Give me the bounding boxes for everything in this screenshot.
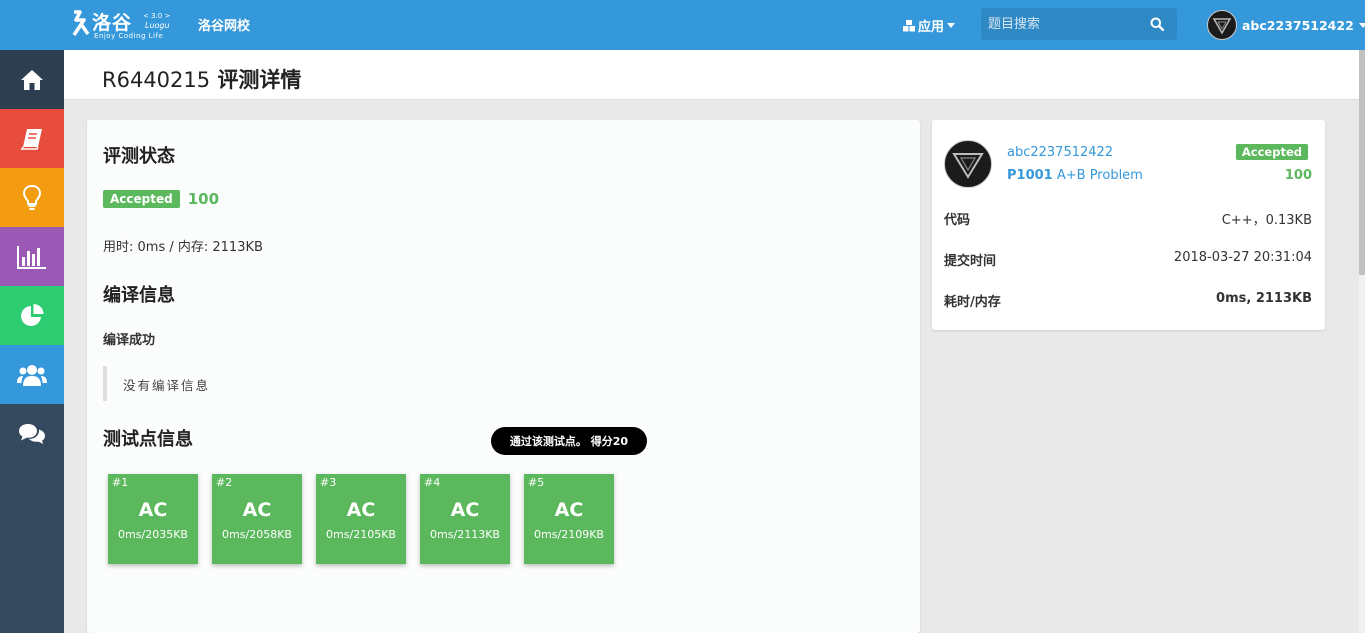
logo-version: < 3.0 >: [143, 12, 171, 20]
submission-info-card: abc2237512422 P1001 A+B Problem Accepted…: [932, 120, 1325, 330]
logo-luogu: Luogu: [145, 21, 170, 30]
score: 100: [1284, 168, 1312, 183]
testcase-index: #2: [216, 476, 233, 489]
testcase-result: AC: [138, 499, 168, 521]
testcase-meta: 0ms/2109KB: [534, 528, 604, 541]
testcase-meta: 0ms/2105KB: [326, 528, 396, 541]
testcase-3[interactable]: #3 AC 0ms/2105KB: [316, 474, 406, 564]
record-id: R6440215: [102, 68, 211, 92]
user-menu[interactable]: abc2237512422: [1207, 10, 1365, 40]
status-badge: Accepted: [1235, 144, 1308, 160]
compile-result: 编译成功: [103, 333, 156, 348]
avatar-triangle-icon: [1212, 18, 1232, 35]
logo-glyph-icon: [72, 10, 90, 36]
page-header: R6440215 评测详情: [64, 50, 1359, 100]
bar-chart-icon: [17, 245, 46, 269]
info-value: 0ms, 2113KB: [1216, 291, 1312, 306]
sidebar: [0, 50, 64, 633]
problem-link[interactable]: P1001 A+B Problem: [1007, 168, 1143, 183]
user-link[interactable]: abc2237512422: [1007, 145, 1113, 160]
testcase-result: AC: [450, 499, 480, 521]
testcase-list: #1 AC 0ms/2035KB #2 AC 0ms/2058KB #3 AC …: [108, 474, 614, 564]
info-value: C++，0.13KB: [1221, 213, 1312, 228]
testcase-1[interactable]: #1 AC 0ms/2035KB: [108, 474, 198, 564]
chevron-down-icon: [947, 23, 956, 28]
sidebar-item-training[interactable]: [0, 168, 64, 227]
info-value: 2018-03-27 20:31:04: [1173, 250, 1312, 265]
record-detail-card: 评测状态 Accepted 100 用时: 0ms / 内存: 2113KB 编…: [87, 120, 920, 633]
search-icon[interactable]: [1150, 17, 1164, 31]
score: 100: [187, 190, 220, 208]
status-badge: Accepted: [103, 190, 180, 208]
page-title-text: 评测详情: [217, 68, 302, 92]
luogu-logo[interactable]: 洛谷 < 3.0 > Luogu Enjoy Coding Life: [68, 8, 172, 42]
info-key: 耗时/内存: [944, 295, 1001, 310]
problem-search: [981, 8, 1177, 40]
users-icon: [17, 364, 47, 386]
sidebar-item-contest[interactable]: [0, 286, 64, 345]
chevron-down-icon: [1358, 22, 1365, 28]
logo-tagline: Enjoy Coding Life: [94, 32, 164, 40]
scrollbar-thumb[interactable]: [1359, 50, 1365, 275]
testcase-tooltip: 通过该测试点。 得分20: [491, 427, 647, 455]
pie-chart-icon: [21, 303, 44, 326]
sidebar-item-ranking[interactable]: [0, 227, 64, 286]
nav-link-luogu-school[interactable]: 洛谷网校: [198, 15, 250, 34]
avatar-triangle-icon: [952, 153, 984, 179]
sidebar-item-discuss[interactable]: [0, 404, 64, 463]
page-title: R6440215 评测详情: [102, 64, 301, 94]
info-row-submit-time: 提交时间 2018-03-27 20:31:04: [944, 250, 1312, 269]
problem-name: A+B Problem: [1056, 168, 1143, 183]
home-icon: [21, 69, 43, 90]
info-row-time-memory: 耗时/内存 0ms, 2113KB: [944, 291, 1312, 310]
compile-message: 没有编译信息: [103, 366, 210, 401]
testcase-result: AC: [242, 499, 272, 521]
sidebar-item-team[interactable]: [0, 345, 64, 404]
testcase-meta: 0ms/2058KB: [222, 528, 292, 541]
scrollbar[interactable]: [1359, 50, 1365, 633]
tests-section-title: 测试点信息: [103, 429, 193, 450]
testcase-2[interactable]: #2 AC 0ms/2058KB: [212, 474, 302, 564]
testcase-5[interactable]: #5 AC 0ms/2109KB: [524, 474, 614, 564]
status-row: Accepted 100: [103, 190, 219, 208]
testcase-meta: 0ms/2113KB: [430, 528, 500, 541]
book-icon: [20, 128, 42, 150]
time-memory: 用时: 0ms / 内存: 2113KB: [103, 240, 263, 255]
avatar: [1207, 10, 1237, 40]
username: abc2237512422: [1242, 17, 1354, 33]
testcase-result: AC: [554, 499, 584, 521]
lightbulb-icon: [23, 184, 41, 210]
cubes-icon: [903, 19, 915, 31]
comments-icon: [19, 423, 45, 444]
testcase-index: #1: [112, 476, 129, 489]
sidebar-item-home[interactable]: [0, 50, 64, 109]
avatar[interactable]: [944, 140, 992, 188]
problem-id: P1001: [1007, 168, 1053, 183]
apps-menu-button[interactable]: 应用: [903, 16, 956, 35]
testcase-index: #4: [424, 476, 441, 489]
testcase-index: #3: [320, 476, 337, 489]
top-navbar: 洛谷 < 3.0 > Luogu Enjoy Coding Life 洛谷网校 …: [0, 0, 1365, 50]
search-input[interactable]: [981, 8, 1141, 40]
testcase-index: #5: [528, 476, 545, 489]
info-key: 提交时间: [944, 254, 997, 269]
apps-menu-label: 应用: [918, 20, 945, 35]
logo-name: 洛谷: [92, 12, 133, 34]
status-section-title: 评测状态: [103, 146, 175, 167]
info-key: 代码: [944, 213, 971, 228]
info-row-code: 代码 C++，0.13KB: [944, 209, 1312, 228]
testcase-meta: 0ms/2035KB: [118, 528, 188, 541]
compile-section-title: 编译信息: [103, 285, 175, 306]
sidebar-item-problems[interactable]: [0, 109, 64, 168]
testcase-result: AC: [346, 499, 376, 521]
testcase-4[interactable]: #4 AC 0ms/2113KB: [420, 474, 510, 564]
